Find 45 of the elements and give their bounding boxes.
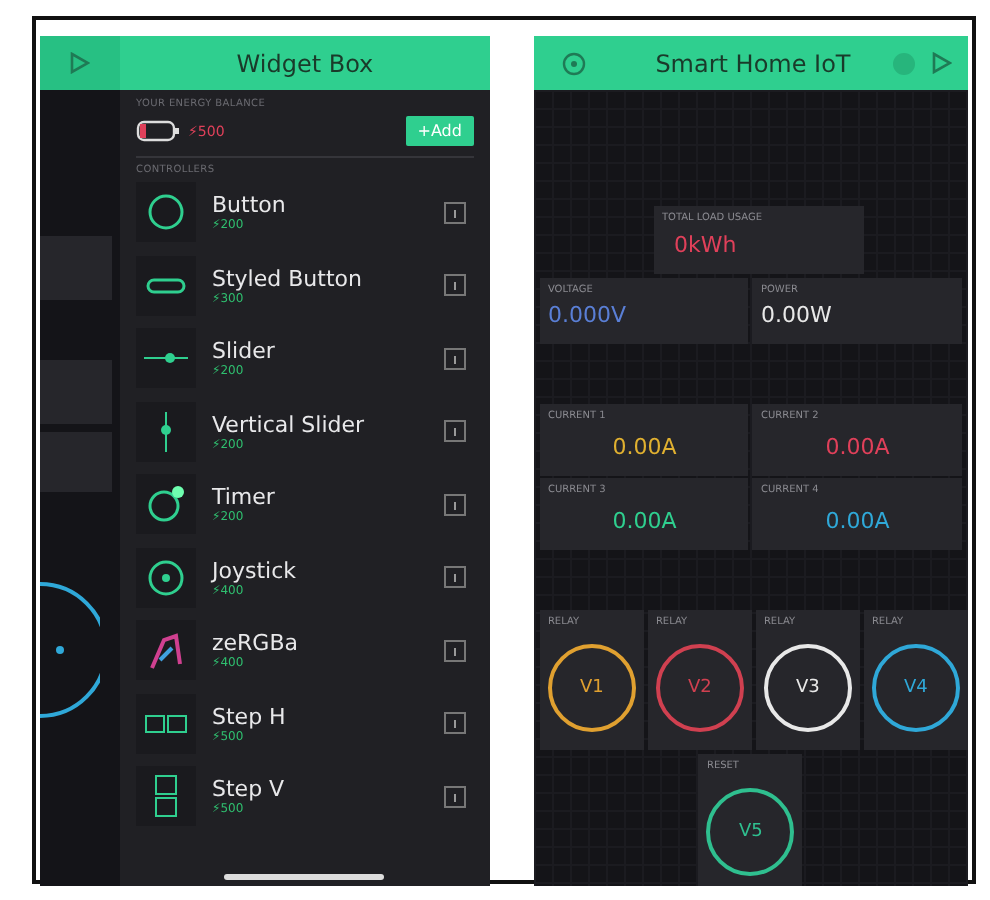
widget-name: Joystick <box>212 557 299 584</box>
battery-icon <box>136 120 180 142</box>
widget-name: Slider <box>212 338 277 365</box>
zergba-widget-icon <box>136 620 196 681</box>
info-icon[interactable] <box>443 493 466 516</box>
widget-name: Step V <box>212 776 287 803</box>
widget-name: zeRGBa <box>212 630 300 657</box>
display-value: 0.00A <box>610 508 679 534</box>
timer-widget-icon <box>136 474 196 535</box>
widget-fragment <box>40 236 112 300</box>
relay-ring[interactable]: V5 <box>706 788 795 876</box>
widget-name: Vertical Slider <box>212 411 367 438</box>
panel-title: Widget Box <box>234 49 376 77</box>
info-icon[interactable] <box>443 639 466 662</box>
widget-name: Step H <box>212 703 288 730</box>
ring-fragment <box>40 580 100 720</box>
display-value: 0kWh <box>673 232 739 258</box>
joystick-widget-icon <box>136 547 196 608</box>
project-title: Smart Home IoT <box>653 49 853 77</box>
vslider-widget-icon <box>136 401 196 462</box>
widget-name: Timer <box>212 484 277 511</box>
info-icon[interactable] <box>443 274 466 297</box>
display-value: 0.000V <box>547 302 628 328</box>
info-icon[interactable] <box>443 201 466 224</box>
relay-ring[interactable]: V3 <box>763 644 852 732</box>
info-icon[interactable] <box>443 566 466 589</box>
display-value: 0.00A <box>823 434 892 460</box>
slider-widget-icon <box>136 328 196 389</box>
relay-ring[interactable]: V1 <box>547 644 636 732</box>
display-value: 0.00A <box>823 508 892 534</box>
info-icon[interactable] <box>443 712 466 735</box>
info-icon[interactable] <box>443 785 466 808</box>
button-widget-icon <box>136 182 196 243</box>
info-icon[interactable] <box>443 347 466 370</box>
styled-widget-icon <box>136 255 196 316</box>
info-icon[interactable] <box>443 420 466 443</box>
display-value: 0.00A <box>610 434 679 460</box>
relay-ring[interactable]: V4 <box>871 644 960 732</box>
widget-name: Button <box>212 192 288 219</box>
widget-fragment <box>40 432 112 492</box>
widget-name: Styled Button <box>212 265 364 292</box>
play-icon[interactable] <box>932 52 952 74</box>
display-value: 0.00W <box>760 302 834 328</box>
settings-icon[interactable] <box>561 51 586 75</box>
widget-fragment <box>40 360 112 424</box>
